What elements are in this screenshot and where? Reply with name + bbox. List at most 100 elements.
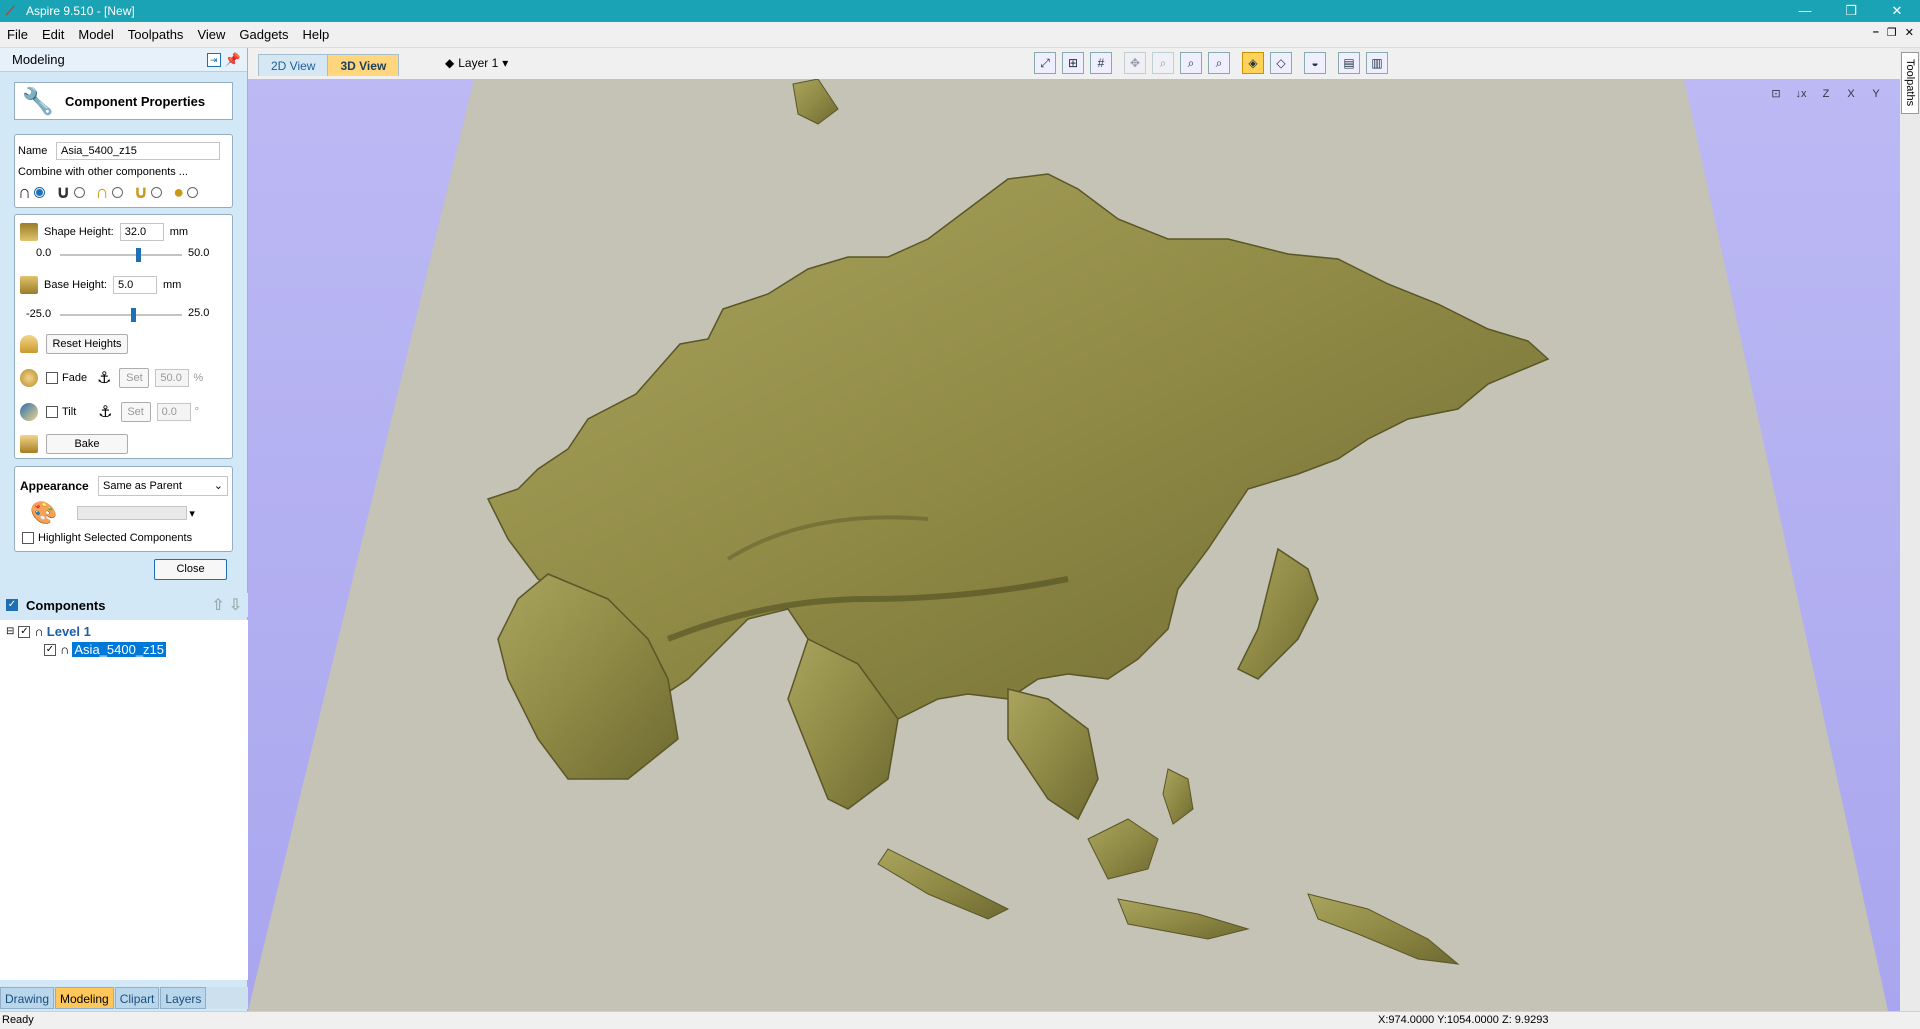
level-checkbox[interactable]: ✓ — [18, 625, 31, 638]
panel-header: Modeling ⇥ 📌 — [0, 48, 247, 72]
combine-multiply-radio[interactable] — [151, 186, 163, 198]
tab-modeling[interactable]: Modeling — [55, 987, 114, 1009]
view-x-icon[interactable]: ↓x — [1791, 85, 1811, 103]
tilt-label: Tilt — [62, 406, 77, 418]
close-icon[interactable]: ✕ — [1874, 0, 1920, 22]
components-toggle-checkbox[interactable]: ✓ — [6, 599, 18, 611]
combine-add-radio[interactable] — [73, 186, 85, 198]
scene-svg[interactable] — [248, 79, 1900, 1011]
shape-height-icon — [20, 223, 38, 241]
combine-low-radio[interactable] — [187, 186, 199, 198]
shape-height-slider-thumb[interactable] — [136, 248, 141, 262]
palette-icon[interactable]: 🎨 — [30, 500, 57, 526]
grid-icon[interactable]: # — [1090, 52, 1112, 74]
shading-icon[interactable]: ◇ — [1270, 52, 1292, 74]
menu-toolpaths[interactable]: Toolpaths — [121, 22, 191, 48]
fade-checkbox[interactable] — [46, 372, 58, 384]
tree-level-row[interactable]: ⊟ ✓ ∩ Level 1 — [6, 624, 91, 639]
tab-2d-view[interactable]: 2D View — [258, 54, 329, 76]
view-tabs: 2D View 3D View — [248, 52, 400, 76]
menu-gadgets[interactable]: Gadgets — [232, 22, 295, 48]
tilt-checkbox[interactable] — [46, 406, 58, 418]
base-height-unit: mm — [162, 279, 182, 291]
collapse-icon[interactable]: ⊟ — [6, 626, 14, 637]
tab-layers[interactable]: Layers — [160, 987, 207, 1009]
orientation-toolbar: ⊡ ↓x Z X Y — [1766, 85, 1886, 103]
highlight-checkbox[interactable] — [22, 532, 34, 544]
zoom-fit-icon[interactable]: ⌕ — [1208, 52, 1230, 74]
panel-tabs: Drawing Modeling Clipart Layers — [0, 987, 248, 1009]
dock-icon[interactable]: ⇥ — [206, 52, 221, 67]
doc-minimize-icon[interactable]: – — [1873, 26, 1879, 39]
fade-anchor-icon[interactable]: ⚓ — [97, 368, 111, 388]
base-height-input[interactable]: 5.0 — [112, 276, 157, 294]
tilt-anchor-icon[interactable]: ⚓ — [98, 402, 112, 422]
tilt-value-input[interactable]: 0.0 — [156, 403, 191, 421]
color-swatch[interactable] — [77, 506, 188, 520]
menu-bar: File Edit Model Toolpaths View Gadgets H… — [0, 22, 1920, 48]
combine-subtract-radio[interactable] — [111, 186, 123, 198]
shape-height-input[interactable]: 32.0 — [119, 223, 164, 241]
fade-value-input[interactable]: 50.0 — [155, 369, 190, 387]
material-icon[interactable]: ◒ — [1304, 52, 1326, 74]
view-xz-icon[interactable]: X — [1841, 85, 1861, 103]
view-z-icon[interactable]: Z — [1816, 85, 1836, 103]
appearance-select[interactable]: Same as Parent ⌄ — [98, 476, 228, 496]
close-button[interactable]: Close — [154, 559, 227, 580]
cursor-coordinates: X:974.0000 Y:1054.0000 Z: 9.9293 — [1378, 1014, 1549, 1026]
tab-drawing[interactable]: Drawing — [0, 987, 55, 1009]
menu-help[interactable]: Help — [296, 22, 337, 48]
split-vertical-icon[interactable]: ▥ — [1366, 52, 1388, 74]
tilt-unit: ° — [194, 406, 200, 418]
move-down-icon[interactable]: ⇩ — [229, 595, 242, 615]
combine-merge-radio[interactable] — [34, 186, 45, 198]
multiply-icon: ∪ — [133, 182, 149, 202]
menu-file[interactable]: File — [0, 22, 35, 48]
reset-heights-button[interactable]: Reset Heights — [46, 334, 128, 354]
base-height-label: Base Height: — [44, 279, 107, 291]
shape-min-label: 0.0 — [36, 247, 52, 259]
menu-view[interactable]: View — [190, 22, 232, 48]
shape-height-slider[interactable] — [60, 248, 182, 262]
layer-name: Layer 1 — [458, 56, 499, 70]
zoom-box-icon[interactable]: ⊞ — [1062, 52, 1084, 74]
appearance-select-value: Same as Parent — [103, 480, 182, 492]
menu-edit[interactable]: Edit — [35, 22, 71, 48]
pin-icon[interactable]: 📌 — [225, 52, 241, 68]
bake-button[interactable]: Bake — [46, 434, 128, 454]
iso-view-icon[interactable]: ⊡ — [1766, 85, 1786, 103]
name-input[interactable]: Asia_5400_z15 — [56, 142, 220, 160]
layer-dropdown-icon: ▾ — [502, 56, 509, 70]
item-checkbox[interactable]: ✓ — [44, 643, 56, 656]
tilt-set-button[interactable]: Set — [120, 402, 151, 422]
split-horizontal-icon[interactable]: ▤ — [1338, 52, 1360, 74]
tab-3d-view[interactable]: 3D View — [327, 54, 400, 76]
doc-restore-icon[interactable]: ❐ — [1887, 26, 1897, 39]
components-title: Components — [26, 597, 106, 613]
zoom-icon[interactable]: ⌕ — [1152, 52, 1174, 74]
move-up-icon[interactable]: ⇧ — [211, 595, 224, 615]
base-height-slider-thumb[interactable] — [131, 308, 136, 322]
tab-clipart[interactable]: Clipart — [114, 987, 160, 1009]
restore-icon[interactable]: ❐ — [1828, 0, 1874, 22]
view-y-icon[interactable]: Y — [1866, 85, 1886, 103]
tree-item-row[interactable]: ✓ ∩ Asia_5400_z15 — [44, 642, 167, 657]
3d-viewport[interactable]: ⊡ ↓x Z X Y — [248, 79, 1900, 1011]
fade-set-button[interactable]: Set — [119, 368, 150, 388]
render-mode-icon[interactable]: ◈ — [1242, 52, 1264, 74]
appearance-label: Appearance — [20, 479, 89, 493]
doc-close-icon[interactable]: ✕ — [1905, 26, 1914, 39]
layer-selector[interactable]: ◆ Layer 1 ▾ — [445, 54, 508, 72]
base-height-slider[interactable] — [60, 308, 182, 322]
minimize-icon[interactable]: — — [1782, 0, 1828, 22]
color-dropdown-icon[interactable]: ▾ — [189, 507, 195, 520]
bake-icon — [20, 435, 38, 453]
right-dock: Toolpaths — [1900, 48, 1920, 1011]
menu-model[interactable]: Model — [71, 22, 120, 48]
zoom-extents-icon[interactable]: ⤢ — [1034, 52, 1056, 74]
component-icon: ∩ — [60, 642, 70, 657]
zoom-window-icon[interactable]: ⌕ — [1180, 52, 1202, 74]
shape-height-label: Shape Height: — [44, 226, 114, 238]
toolpaths-tab[interactable]: Toolpaths — [1901, 52, 1919, 114]
pan-icon[interactable]: ✥ — [1124, 52, 1146, 74]
